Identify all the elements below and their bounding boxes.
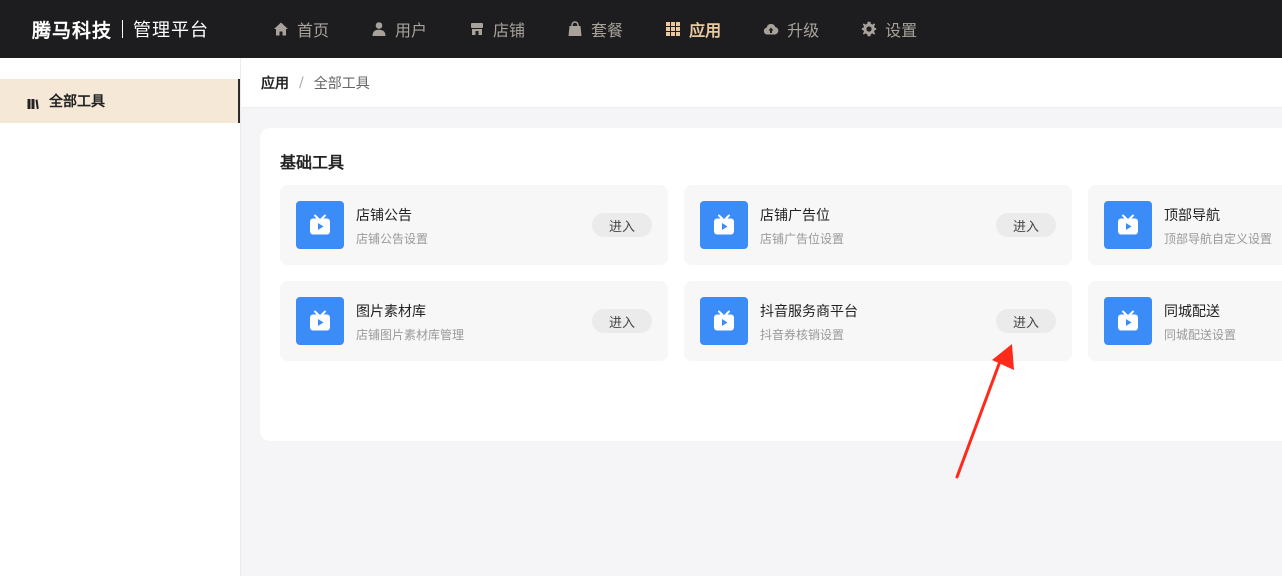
tool-card: 同城配送 同城配送设置 bbox=[1088, 281, 1282, 361]
nav-item-users[interactable]: 用户 bbox=[371, 17, 427, 41]
tools-icon bbox=[27, 95, 39, 110]
brand[interactable]: 腾马科技 管理平台 bbox=[32, 16, 209, 43]
breadcrumb: 应用 / 全部工具 bbox=[241, 58, 1282, 108]
tool-title: 抖音服务商平台 bbox=[760, 304, 858, 320]
grid-icon bbox=[665, 21, 681, 37]
nav-label: 用户 bbox=[395, 21, 428, 40]
nav-label: 应用 bbox=[689, 21, 722, 40]
enter-button[interactable]: 进入 bbox=[996, 309, 1056, 333]
brand-name: 腾马科技 bbox=[32, 19, 113, 42]
sidebar-item-all-tools[interactable]: 全部工具 bbox=[0, 79, 240, 123]
breadcrumb-parent[interactable]: 应用 bbox=[261, 73, 289, 93]
tool-title: 同城配送 bbox=[1164, 304, 1220, 320]
gear-icon bbox=[861, 21, 877, 37]
enter-button[interactable]: 进入 bbox=[996, 213, 1056, 237]
main-nav: 首页 用户 店铺 套餐 应用 升级 设置 bbox=[273, 0, 959, 58]
tool-description: 店铺公告设置 bbox=[356, 232, 429, 246]
nav-label: 首页 bbox=[297, 21, 330, 40]
enter-button[interactable]: 进入 bbox=[592, 213, 652, 237]
bag-icon bbox=[567, 21, 583, 37]
nav-label: 设置 bbox=[885, 21, 918, 40]
tv-play-icon bbox=[700, 297, 748, 345]
nav-item-home[interactable]: 首页 bbox=[273, 17, 329, 41]
tool-description: 抖音券核销设置 bbox=[760, 328, 845, 342]
nav-item-store[interactable]: 店铺 bbox=[469, 17, 525, 41]
tools-panel: 基础工具 店铺公告 店铺公告设置 进入 店铺广告位 店铺广告位设置 进入 顶部导… bbox=[260, 128, 1282, 441]
tool-card: 顶部导航 顶部导航自定义设置 bbox=[1088, 185, 1282, 265]
nav-item-upgrade[interactable]: 升级 bbox=[763, 17, 819, 41]
sidebar-item-label: 全部工具 bbox=[49, 94, 105, 110]
top-navbar: 腾马科技 管理平台 首页 用户 店铺 套餐 应用 升级 设置 bbox=[0, 0, 1282, 58]
sidebar: 全部工具 bbox=[0, 58, 241, 576]
tool-description: 同城配送设置 bbox=[1164, 328, 1237, 342]
nav-label: 套餐 bbox=[591, 21, 624, 40]
tool-card: 店铺广告位 店铺广告位设置 进入 bbox=[684, 185, 1072, 265]
tv-play-icon bbox=[296, 201, 344, 249]
breadcrumb-separator: / bbox=[299, 74, 304, 91]
tv-play-icon bbox=[1104, 201, 1152, 249]
store-icon bbox=[469, 21, 485, 37]
tool-title: 店铺公告 bbox=[356, 208, 412, 224]
tv-play-icon bbox=[1104, 297, 1152, 345]
tool-description: 顶部导航自定义设置 bbox=[1164, 232, 1273, 246]
nav-label: 升级 bbox=[787, 21, 820, 40]
tool-card: 图片素材库 店铺图片素材库管理 进入 bbox=[280, 281, 668, 361]
cloud-upload-icon bbox=[763, 21, 779, 37]
nav-item-package[interactable]: 套餐 bbox=[567, 17, 623, 41]
tool-card: 抖音服务商平台 抖音券核销设置 进入 bbox=[684, 281, 1072, 361]
section-title: 基础工具 bbox=[280, 153, 345, 172]
tool-description: 店铺广告位设置 bbox=[760, 232, 845, 246]
nav-label: 店铺 bbox=[493, 21, 526, 40]
tool-title: 店铺广告位 bbox=[760, 208, 830, 224]
enter-button[interactable]: 进入 bbox=[592, 309, 652, 333]
tool-card: 店铺公告 店铺公告设置 进入 bbox=[280, 185, 668, 265]
user-icon bbox=[371, 21, 387, 37]
tool-title: 图片素材库 bbox=[356, 304, 426, 320]
nav-item-apps[interactable]: 应用 bbox=[665, 17, 721, 41]
tool-description: 店铺图片素材库管理 bbox=[356, 328, 465, 342]
brand-divider bbox=[122, 20, 124, 38]
breadcrumb-current: 全部工具 bbox=[313, 75, 370, 92]
tool-title: 顶部导航 bbox=[1164, 208, 1220, 224]
home-icon bbox=[273, 21, 289, 37]
tv-play-icon bbox=[700, 201, 748, 249]
nav-item-settings[interactable]: 设置 bbox=[861, 17, 917, 41]
brand-subtitle: 管理平台 bbox=[133, 20, 210, 41]
tv-play-icon bbox=[296, 297, 344, 345]
